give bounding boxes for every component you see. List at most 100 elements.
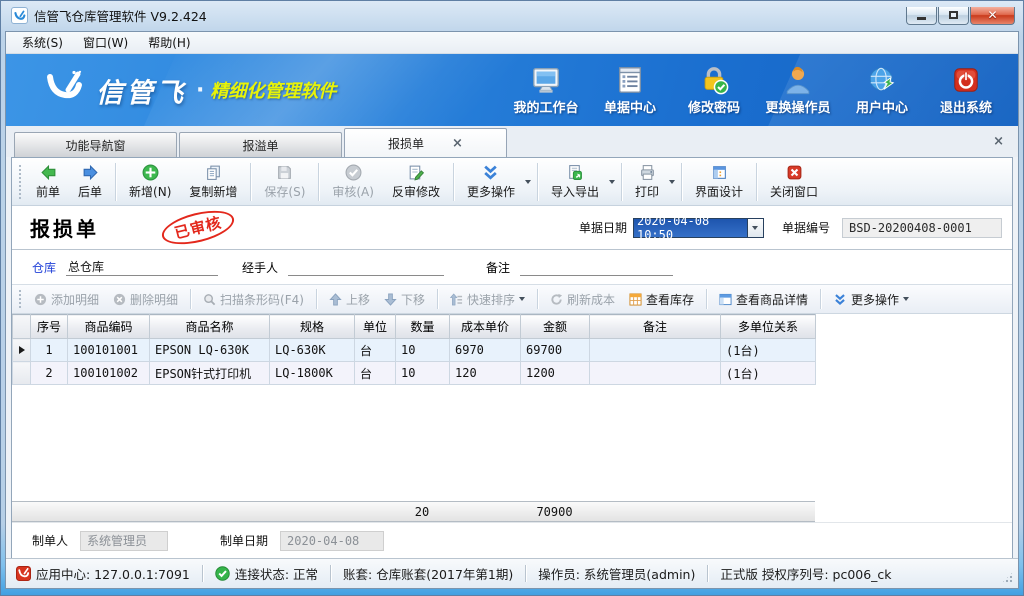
cell-qty: 10: [396, 362, 450, 385]
doc-date-dropdown-button[interactable]: [747, 218, 764, 238]
workbench-monitor-icon: [530, 65, 562, 95]
prev-doc-button[interactable]: 前单: [27, 161, 69, 203]
new-doc-button[interactable]: 新增(N): [120, 161, 180, 203]
import-export-button[interactable]: 导入导出: [542, 161, 608, 203]
print-label: 打印: [635, 183, 659, 200]
double-chevron-down-icon: [833, 293, 847, 306]
table-row[interactable]: 1 100101001 EPSON LQ-630K LQ-630K 台 10 6…: [13, 339, 816, 362]
col-header-qty[interactable]: 数量: [396, 315, 450, 339]
audit-check-icon: [345, 164, 362, 181]
damage-report-form: 报损单 已审核 单据日期 2020-04-08 10:50 单据编号 BSD-2…: [12, 206, 1012, 558]
workbench-button[interactable]: 我的工作台: [504, 65, 588, 116]
app-logo-icon: [11, 7, 28, 24]
col-header-unit[interactable]: 单位: [355, 315, 396, 339]
ui-design-button[interactable]: 界面设计: [686, 161, 752, 203]
more-operations-button[interactable]: 更多操作: [458, 161, 524, 203]
col-header-cost-price[interactable]: 成本单价: [450, 315, 521, 339]
change-operator-button[interactable]: 更换操作员: [756, 65, 840, 116]
exit-system-button[interactable]: 退出系统: [924, 65, 1008, 116]
menu-system[interactable]: 系统(S): [12, 32, 73, 53]
detail-more-operations-button[interactable]: 更多操作: [826, 288, 916, 311]
close-window-button[interactable]: 关闭窗口: [761, 161, 827, 203]
unaudit-button[interactable]: 反审修改: [383, 161, 449, 203]
edit-page-icon: [407, 164, 424, 181]
user-center-button[interactable]: 用户中心: [840, 65, 924, 116]
warehouse-field[interactable]: 总仓库: [66, 258, 218, 276]
handler-field[interactable]: [288, 258, 444, 276]
view-stock-button[interactable]: 查看库存: [622, 288, 701, 311]
change-password-button[interactable]: 修改密码: [672, 65, 756, 116]
grid-summary-row: 20 70900: [12, 501, 815, 522]
move-down-button: 下移: [377, 288, 432, 311]
form-title: 报损单: [30, 213, 99, 242]
tabbar-close-icon[interactable]: ×: [993, 135, 1004, 148]
col-header-name[interactable]: 商品名称: [150, 315, 270, 339]
change-operator-label: 更换操作员: [765, 97, 830, 116]
double-chevron-down-icon: [482, 164, 499, 181]
statusbar-separator: [525, 565, 526, 582]
layout-design-icon: [711, 164, 728, 181]
tab-navigation[interactable]: 功能导航窗: [14, 132, 177, 157]
app-center-text: 应用中心: 127.0.0.1:7091: [36, 564, 190, 583]
brand-logo-icon: [44, 70, 86, 110]
cell-unit: 台: [355, 362, 396, 385]
minimize-button[interactable]: [906, 7, 937, 25]
more-operations-label: 更多操作: [467, 183, 515, 200]
row-selector-header: [13, 315, 31, 339]
restore-button[interactable]: [938, 7, 969, 25]
doc-meta: 单据日期 2020-04-08 10:50 单据编号 BSD-20200408-…: [579, 218, 1002, 238]
menu-help[interactable]: 帮助(H): [138, 32, 200, 53]
cell-name: EPSON LQ-630K: [150, 339, 270, 362]
print-button[interactable]: 打印: [626, 161, 668, 203]
document-center-label: 单据中心: [604, 97, 656, 116]
add-detail-button: 添加明细: [27, 288, 106, 311]
document-center-button[interactable]: 单据中心: [588, 65, 672, 116]
toolbar-separator: [681, 163, 682, 201]
remark-field[interactable]: [520, 258, 673, 276]
main-toolbar: 前单 后单 新增(N) 复制新增 保存(S): [12, 158, 1012, 206]
print-caret-icon[interactable]: [669, 180, 675, 184]
window-body: 系统(S) 窗口(W) 帮助(H) 信管飞 · 精细化管理软件: [5, 31, 1019, 589]
col-header-spec[interactable]: 规格: [270, 315, 355, 339]
resize-grip[interactable]: [1002, 572, 1013, 583]
tab-damage-report[interactable]: 报损单 ×: [344, 128, 507, 157]
document-panel: 前单 后单 新增(N) 复制新增 保存(S): [11, 157, 1013, 558]
detail-more-operations-label: 更多操作: [851, 291, 899, 308]
tab-close-icon[interactable]: ×: [452, 137, 463, 150]
close-button[interactable]: ✕: [970, 7, 1015, 25]
brand-dot: ·: [196, 78, 204, 103]
toolbar-grip[interactable]: [18, 164, 23, 200]
col-header-no[interactable]: 序号: [31, 315, 68, 339]
cell-unit: 台: [355, 339, 396, 362]
menu-window[interactable]: 窗口(W): [73, 32, 138, 53]
next-doc-label: 后单: [78, 183, 102, 200]
grid-header-row: 序号 商品编码 商品名称 规格 单位 数量 成本单价 金额 备注 多单位关系: [13, 315, 816, 339]
table-row[interactable]: 2 100101002 EPSON针式打印机 LQ-1800K 台 10 120…: [13, 362, 816, 385]
col-header-code[interactable]: 商品编码: [68, 315, 150, 339]
col-header-remark[interactable]: 备注: [590, 315, 721, 339]
col-header-amount[interactable]: 金额: [521, 315, 590, 339]
copy-new-button[interactable]: 复制新增: [180, 161, 246, 203]
brand-block: 信管飞 · 精细化管理软件: [6, 70, 336, 110]
view-product-detail-button[interactable]: 查看商品详情: [712, 288, 815, 311]
toolbar-separator: [537, 163, 538, 201]
warehouse-label[interactable]: 仓库: [32, 259, 56, 276]
next-doc-button[interactable]: 后单: [69, 161, 111, 203]
more-operations-caret-icon[interactable]: [525, 180, 531, 184]
cell-price: 120: [450, 362, 521, 385]
connection-text: 连接状态: 正常: [235, 564, 318, 583]
tab-overage-report[interactable]: 报溢单: [179, 132, 342, 157]
add-circle-icon: [142, 164, 159, 181]
close-window-label: 关闭窗口: [770, 183, 818, 200]
cell-multi-unit: (1台): [721, 339, 816, 362]
prev-doc-label: 前单: [36, 183, 60, 200]
cell-amount: 1200: [521, 362, 590, 385]
tab-bar: 功能导航窗 报溢单 报损单 × ×: [6, 126, 1018, 157]
col-header-multi-unit[interactable]: 多单位关系: [721, 315, 816, 339]
import-export-caret-icon[interactable]: [609, 180, 615, 184]
detail-toolbar-grip[interactable]: [18, 289, 23, 309]
detail-more-caret-icon[interactable]: [903, 297, 909, 301]
doc-date-input[interactable]: 2020-04-08 10:50: [633, 218, 747, 238]
brand-slogan: 精细化管理软件: [210, 77, 336, 103]
refresh-cost-label: 刷新成本: [567, 291, 615, 308]
